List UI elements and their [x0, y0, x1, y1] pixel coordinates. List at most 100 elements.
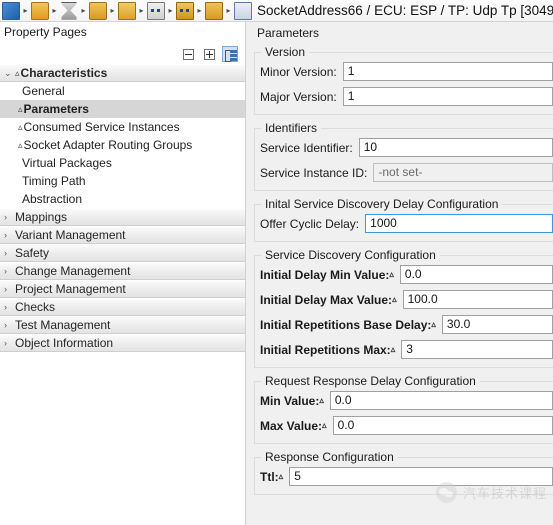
chevron-right-icon[interactable]: ›: [4, 316, 15, 334]
sidebar-item-label: Consumed Service Instances: [23, 120, 180, 134]
delta-icon: ▵: [18, 104, 23, 114]
delta-icon: ▵: [18, 140, 23, 150]
input-major-version[interactable]: 1: [342, 87, 553, 106]
breadcrumb-separator-icon[interactable]: ▸: [224, 3, 233, 19]
breadcrumb-separator-icon[interactable]: ▸: [166, 3, 175, 19]
icon-shape: [230, 57, 237, 61]
tree-group-label: Change Management: [15, 264, 131, 278]
label-request-response-max-value: Max Value:▵: [260, 419, 327, 433]
input-initial-delay-min-value[interactable]: 0.0: [399, 265, 553, 284]
form-row-ttl: Ttl:▵ 5: [255, 464, 553, 489]
delta-icon: ▵: [278, 470, 284, 481]
tree-group-change-management[interactable]: › Change Management: [0, 262, 245, 280]
sidebar-item-label: Socket Adapter Routing Groups: [23, 138, 193, 152]
chevron-right-icon[interactable]: ›: [4, 298, 15, 316]
breadcrumb-separator-icon[interactable]: ▸: [108, 3, 117, 19]
transport-protocol-icon[interactable]: [205, 1, 223, 20]
input-offer-cyclic-delay[interactable]: 1000: [365, 214, 553, 233]
label-service-instance-id: Service Instance ID:: [260, 166, 367, 180]
breadcrumb-separator-icon[interactable]: ▸: [137, 3, 146, 19]
chevron-down-icon[interactable]: ⌄: [4, 64, 15, 82]
breadcrumb-separator-icon[interactable]: ▸: [50, 3, 59, 19]
chevron-right-icon[interactable]: ›: [4, 208, 15, 226]
icon-detail: [180, 8, 183, 12]
property-pages-tree[interactable]: ⌄ ▵ Characteristics General ▵ Parameters ▵ Cons…: [0, 64, 245, 525]
form-row-request-response-max-value: Max Value:▵ 0.0: [255, 413, 553, 438]
icon-detail: [157, 8, 160, 12]
breadcrumb[interactable]: ▸ ▸ ▸ ▸ ▸ ▸ ▸ ▸ SocketAddress66 / ECU: ESP / TP:…: [0, 0, 553, 22]
tree-group-project-management[interactable]: › Project Management: [0, 280, 245, 298]
sidebar-item-label: Abstraction: [22, 192, 83, 206]
tree-group-checks[interactable]: › Checks: [0, 298, 245, 316]
breadcrumb-separator-icon[interactable]: ▸: [79, 3, 88, 19]
tree-group-characteristics[interactable]: ⌄ ▵ Characteristics: [0, 64, 245, 82]
sidebar-item-label: Parameters: [23, 102, 89, 116]
chevron-right-icon[interactable]: ›: [4, 280, 15, 298]
chevron-right-icon[interactable]: ›: [4, 244, 15, 262]
chip-icon[interactable]: [176, 1, 194, 20]
property-pages-toolbar: [0, 43, 245, 64]
label-request-response-min-value: Min Value:▵: [260, 394, 324, 408]
project-icon[interactable]: [2, 1, 20, 20]
label-service-identifier: Service Identifier:: [260, 141, 353, 155]
form-row-initial-delay-min-value: Initial Delay Min Value:▵ 0.0: [255, 262, 553, 287]
collapse-all-button[interactable]: [180, 46, 196, 62]
tree-group-variant-management[interactable]: › Variant Management: [0, 226, 245, 244]
sidebar-item-label: Virtual Packages: [22, 156, 112, 170]
group-service-discovery-configuration: Service Discovery Configuration Initial D…: [254, 248, 553, 368]
tree-group-safety[interactable]: › Safety: [0, 244, 245, 262]
sidebar-item-general[interactable]: General: [0, 82, 245, 100]
ecu-icon[interactable]: [89, 1, 107, 20]
input-request-response-min-value[interactable]: 0.0: [329, 391, 553, 410]
chevron-right-icon[interactable]: ›: [4, 334, 15, 352]
sidebar-item-parameters[interactable]: ▵ Parameters: [0, 100, 245, 118]
delta-icon: ▵: [392, 293, 397, 304]
input-ttl[interactable]: 5: [289, 467, 553, 486]
link-with-editor-button[interactable]: [222, 45, 238, 62]
tree-group-label: Mappings: [15, 210, 68, 224]
sidebar-item-consumed-service-instances[interactable]: ▵ Consumed Service Instances: [0, 118, 245, 136]
label-major-version: Major Version:: [260, 90, 337, 104]
label-text: Initial Repetitions Base Delay:: [260, 317, 432, 332]
sidebar-item-socket-adapter-routing-groups[interactable]: ▵ Socket Adapter Routing Groups: [0, 136, 245, 154]
delta-icon: ▵: [319, 394, 324, 405]
input-request-response-max-value[interactable]: 0.0: [332, 416, 553, 435]
tree-group-object-information[interactable]: › Object Information: [0, 334, 245, 352]
tree-group-label: Safety: [15, 246, 50, 260]
tree-group-test-management[interactable]: › Test Management: [0, 316, 245, 334]
grid-table-icon[interactable]: [118, 1, 136, 20]
hourglass-icon[interactable]: [61, 1, 77, 20]
group-request-response-delay-configuration: Request Response Delay Configuration Min …: [254, 374, 553, 444]
icon-detail: [186, 8, 189, 12]
delta-icon: ▵: [15, 68, 20, 78]
input-initial-repetitions-max[interactable]: 3: [401, 340, 553, 359]
sidebar-item-abstraction[interactable]: Abstraction: [0, 190, 245, 208]
input-initial-repetitions-base-delay[interactable]: 30.0: [441, 315, 553, 334]
breadcrumb-separator-icon[interactable]: ▸: [21, 3, 30, 19]
label-initial-delay-min-value: Initial Delay Min Value:▵: [260, 268, 394, 282]
sidebar-item-virtual-packages[interactable]: Virtual Packages: [0, 154, 245, 172]
input-service-identifier[interactable]: 10: [358, 138, 553, 157]
breadcrumb-separator-icon[interactable]: ▸: [195, 3, 204, 19]
chevron-right-icon[interactable]: ›: [4, 262, 15, 280]
icon-shape: [209, 50, 210, 58]
group-legend: Identifiers: [261, 121, 322, 135]
expand-all-button[interactable]: [201, 46, 217, 62]
label-text: Min Value:: [260, 393, 320, 408]
sidebar-item-timing-path[interactable]: Timing Path: [0, 172, 245, 190]
tree-group-label: Project Management: [15, 282, 126, 296]
chevron-right-icon[interactable]: ›: [4, 226, 15, 244]
form-row-service-instance-id: Service Instance ID: -not set-: [255, 160, 553, 185]
input-initial-delay-max-value[interactable]: 100.0: [402, 290, 553, 309]
sidebar-item-label: Timing Path: [22, 174, 86, 188]
socket-address-icon[interactable]: [234, 1, 252, 20]
label-text: Max Value:: [260, 418, 323, 433]
form-row-initial-repetitions-base-delay: Initial Repetitions Base Delay:▵ 30.0: [255, 312, 553, 337]
tree-group-mappings[interactable]: › Mappings: [0, 208, 245, 226]
icon-shape: [185, 53, 192, 55]
folder-edit-icon[interactable]: [31, 1, 49, 20]
label-text: Service Identifier:: [260, 140, 353, 155]
network-icon[interactable]: [147, 1, 165, 20]
input-minor-version[interactable]: 1: [342, 62, 553, 81]
input-service-instance-id[interactable]: -not set-: [373, 163, 553, 182]
